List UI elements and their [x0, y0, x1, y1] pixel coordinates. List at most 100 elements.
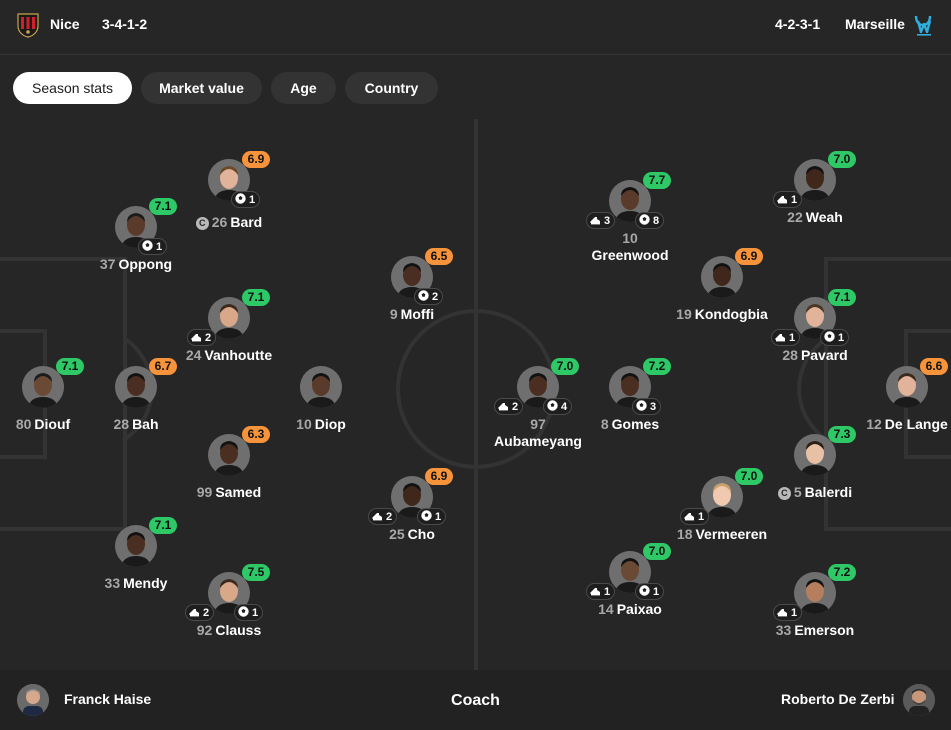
rating-badge: 7.1 — [242, 289, 270, 306]
stat-badges: 2 — [149, 329, 309, 347]
stat-badges: 1 — [735, 604, 895, 622]
player-clauss[interactable]: 7.5 2 1 92 Clauss — [149, 564, 309, 652]
player-diop[interactable]: 10 Diop — [241, 366, 401, 446]
player-label: 92 Clauss — [196, 622, 262, 638]
assists-badge: 3 — [586, 212, 616, 229]
stat-badges: 3 — [550, 398, 710, 416]
stat-badges: 1 — [56, 238, 216, 256]
boot-icon — [776, 194, 791, 206]
assists-badge: 1 — [773, 604, 803, 621]
player-cho[interactable]: 6.9 2 1 25 Cho — [332, 468, 492, 556]
stat-badges — [149, 466, 309, 484]
goals-badge: 1 — [234, 604, 264, 621]
rating-badge: 6.5 — [425, 248, 453, 265]
tab-age[interactable]: Age — [271, 72, 336, 104]
player-weah[interactable]: 7.0 1 22 Weah — [735, 151, 895, 239]
player-emerson[interactable]: 7.2 1 33 Emerson — [735, 564, 895, 652]
rating-badge: 6.9 — [242, 151, 270, 168]
boot-icon — [776, 607, 791, 619]
stat-badges — [241, 398, 401, 416]
player-label: 33 Emerson — [775, 622, 855, 638]
rating-badge: 7.3 — [828, 426, 856, 443]
home-formation: 3-4-1-2 — [102, 16, 148, 32]
assists-badge: 1 — [771, 329, 801, 346]
assists-badge: 1 — [773, 191, 803, 208]
boot-icon — [497, 401, 512, 413]
stat-badges: 2 — [332, 288, 492, 306]
lineup-header: Nice 3-4-1-2 4-2-3-1 Marseille — [0, 0, 951, 55]
ogc-nice-crest-icon[interactable] — [16, 12, 40, 38]
player-pavard[interactable]: 7.1 1 1 28 Pavard — [735, 289, 895, 377]
rating-badge: 6.6 — [920, 358, 948, 375]
goals-badge: 8 — [635, 212, 665, 229]
rating-badge: 7.2 — [643, 358, 671, 375]
player-label: 9 Moffi — [389, 306, 435, 322]
boot-icon — [188, 607, 203, 619]
ball-icon — [420, 509, 435, 523]
stat-badges: 21 — [149, 604, 309, 622]
boot-icon — [589, 586, 604, 598]
ball-icon — [635, 399, 650, 413]
stat-badges — [827, 398, 951, 416]
goals-badge: 2 — [414, 288, 444, 305]
stat-badges — [56, 398, 216, 416]
rating-badge: 7.2 — [828, 564, 856, 581]
away-team-name[interactable]: Marseille — [845, 16, 905, 32]
ball-icon — [141, 239, 156, 253]
goals-badge: 3 — [632, 398, 662, 415]
stat-badges: 1 — [642, 508, 802, 526]
home-team-name[interactable]: Nice — [50, 16, 80, 32]
tab-country[interactable]: Country — [345, 72, 438, 104]
stat-badges: 21 — [332, 508, 492, 526]
player-label: 18 Vermeeren — [676, 526, 768, 542]
player-samed[interactable]: 6.3 99 Samed — [149, 426, 309, 514]
stat-badges: 11 — [735, 329, 895, 347]
stat-tabs: Season stats Market value Age Country — [0, 55, 951, 119]
rating-badge: 7.5 — [242, 564, 270, 581]
assists-badge: 2 — [368, 508, 398, 525]
assists-badge: 2 — [494, 398, 524, 415]
player-label: 28 Bah — [113, 416, 159, 432]
player-moffi[interactable]: 6.5 2 9 Moffi — [332, 248, 492, 336]
player-label: 99 Samed — [196, 484, 262, 500]
goals-badge: 1 — [417, 508, 447, 525]
away-formation: 4-2-3-1 — [775, 16, 821, 32]
goals-badge: 1 — [231, 191, 261, 208]
rating-badge: 7.0 — [828, 151, 856, 168]
rating-badge: 7.0 — [735, 468, 763, 485]
player-oppong[interactable]: 7.1 1 37 Oppong — [56, 198, 216, 286]
stat-badges: 11 — [550, 583, 710, 601]
tab-market-value[interactable]: Market value — [141, 72, 262, 104]
boot-icon — [190, 332, 205, 344]
goals-badge: 1 — [635, 583, 665, 600]
boot-icon — [683, 511, 698, 523]
ball-icon — [638, 584, 653, 598]
rating-badge: 7.1 — [149, 517, 177, 534]
om-crest-icon[interactable] — [912, 12, 936, 38]
player-label: 25 Cho — [389, 526, 435, 542]
player-greenwood[interactable]: 7.7 3 8 10 Greenwood — [550, 172, 710, 263]
ball-icon — [417, 289, 432, 303]
rating-badge: 6.7 — [149, 358, 177, 375]
assists-badge: 2 — [185, 604, 215, 621]
ball-icon — [234, 192, 249, 206]
away-coach-name[interactable]: Roberto De Zerbi — [781, 691, 895, 707]
player-label: 14 Paixao — [598, 601, 662, 617]
rating-badge: 7.1 — [149, 198, 177, 215]
boot-icon — [589, 215, 604, 227]
goals-badge: 1 — [820, 329, 850, 346]
rating-badge: 7.0 — [643, 543, 671, 560]
ball-icon — [823, 330, 838, 344]
rating-badge: 6.9 — [735, 248, 763, 265]
rating-badge: 7.1 — [828, 289, 856, 306]
tab-season-stats[interactable]: Season stats — [13, 72, 132, 104]
player-gomes[interactable]: 7.2 3 8 Gomes — [550, 358, 710, 446]
assists-badge: 2 — [187, 329, 217, 346]
rating-badge: 7.7 — [643, 172, 671, 189]
goals-badge: 1 — [138, 238, 168, 255]
away-coach-avatar[interactable] — [903, 684, 935, 716]
player-paixao[interactable]: 7.0 1 1 14 Paixao — [550, 543, 710, 631]
player-label: 10 Diop — [296, 416, 346, 432]
pitch: 6.9 1 C 26 Bard 7.1 1 37 Oppong 7.1 2 24 Vanhoutt… — [0, 119, 951, 670]
rating-badge: 6.9 — [425, 468, 453, 485]
